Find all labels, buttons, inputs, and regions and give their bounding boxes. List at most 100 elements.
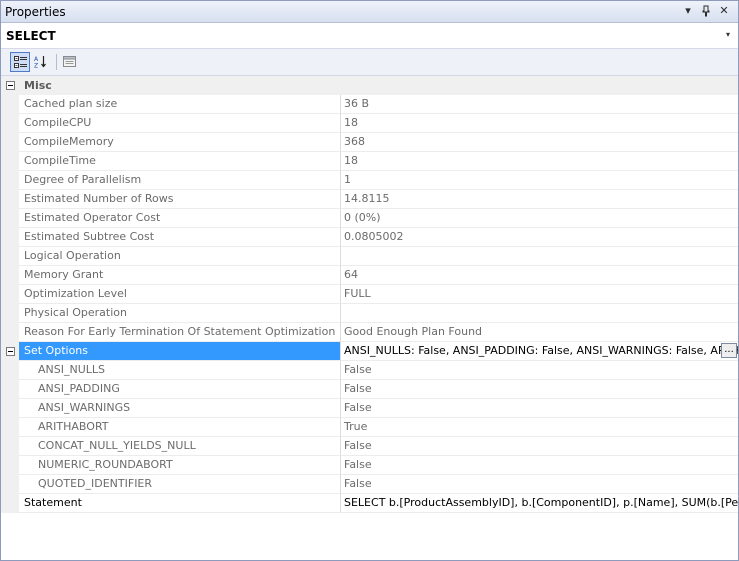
property-name: CONCAT_NULL_YIELDS_NULL: [19, 437, 341, 456]
row-gutter: [1, 475, 19, 494]
property-value[interactable]: 0.0805002: [341, 228, 738, 247]
property-name: ANSI_PADDING: [19, 380, 341, 399]
property-value[interactable]: SELECT b.[ProductAssemblyID], b.[Compone…: [341, 494, 738, 513]
property-value[interactable]: FULL: [341, 285, 738, 304]
property-value[interactable]: [341, 247, 738, 266]
row-gutter: [1, 190, 19, 209]
row-gutter: [1, 171, 19, 190]
collapse-icon[interactable]: [6, 81, 15, 90]
property-value[interactable]: 1: [341, 171, 738, 190]
property-row[interactable]: CompileCPU 18: [1, 114, 738, 133]
row-gutter: [1, 418, 19, 437]
property-row[interactable]: ANSI_WARNINGS False: [1, 399, 738, 418]
property-row[interactable]: QUOTED_IDENTIFIER False: [1, 475, 738, 494]
property-name: Optimization Level: [19, 285, 341, 304]
property-row[interactable]: Logical Operation: [1, 247, 738, 266]
categorized-button[interactable]: [10, 52, 30, 72]
property-name: Reason For Early Termination Of Statemen…: [19, 323, 341, 342]
property-name: Set Options: [19, 342, 341, 361]
property-value[interactable]: False: [341, 380, 738, 399]
object-selector[interactable]: SELECT ▾: [1, 23, 738, 49]
property-name: CompileCPU: [19, 114, 341, 133]
window-options-dropdown-icon[interactable]: ▾: [680, 3, 696, 19]
row-gutter: [1, 494, 19, 513]
row-gutter: [1, 209, 19, 228]
property-pages-icon: [63, 56, 76, 67]
row-gutter: [1, 152, 19, 171]
property-value[interactable]: False: [341, 361, 738, 380]
row-gutter: [1, 380, 19, 399]
row-gutter: [1, 247, 19, 266]
property-row[interactable]: Physical Operation: [1, 304, 738, 323]
ellipsis-button[interactable]: ...: [721, 343, 737, 358]
property-pages-button[interactable]: [60, 52, 80, 72]
property-row[interactable]: ANSI_NULLS False: [1, 361, 738, 380]
alphabetical-button[interactable]: A Z: [32, 52, 52, 72]
property-row[interactable]: ANSI_PADDING False: [1, 380, 738, 399]
property-name: Estimated Number of Rows: [19, 190, 341, 209]
property-name: NUMERIC_ROUNDABORT: [19, 456, 341, 475]
property-row[interactable]: Memory Grant 64: [1, 266, 738, 285]
property-name: CompileTime: [19, 152, 341, 171]
row-gutter: [1, 285, 19, 304]
property-row[interactable]: NUMERIC_ROUNDABORT False: [1, 456, 738, 475]
property-row[interactable]: CONCAT_NULL_YIELDS_NULL False: [1, 437, 738, 456]
property-value[interactable]: [341, 304, 738, 323]
property-value[interactable]: 36 B: [341, 95, 738, 114]
property-name: Memory Grant: [19, 266, 341, 285]
property-row[interactable]: Cached plan size 36 B: [1, 95, 738, 114]
property-name: Statement: [19, 494, 341, 513]
property-name: Physical Operation: [19, 304, 341, 323]
row-gutter: [1, 304, 19, 323]
property-row[interactable]: Estimated Subtree Cost 0.0805002: [1, 228, 738, 247]
property-name: CompileMemory: [19, 133, 341, 152]
property-name: Estimated Subtree Cost: [19, 228, 341, 247]
property-name: ARITHABORT: [19, 418, 341, 437]
row-gutter: [1, 323, 19, 342]
property-row[interactable]: Reason For Early Termination Of Statemen…: [1, 323, 738, 342]
property-row[interactable]: Set Options ANSI_NULLS: False, ANSI_PADDI…: [1, 342, 738, 361]
category-misc[interactable]: Misc: [1, 76, 738, 95]
row-gutter: [1, 456, 19, 475]
property-value[interactable]: False: [341, 437, 738, 456]
property-name: ANSI_NULLS: [19, 361, 341, 380]
pin-icon[interactable]: [698, 3, 714, 19]
property-row[interactable]: Estimated Number of Rows 14.8115: [1, 190, 738, 209]
property-value[interactable]: 18: [341, 152, 738, 171]
row-gutter: [1, 266, 19, 285]
property-value[interactable]: Good Enough Plan Found: [341, 323, 738, 342]
category-label: Misc: [19, 76, 738, 95]
chevron-down-icon[interactable]: ▾: [722, 28, 734, 42]
property-value[interactable]: 18: [341, 114, 738, 133]
property-name: Logical Operation: [19, 247, 341, 266]
property-name: Estimated Operator Cost: [19, 209, 341, 228]
property-value[interactable]: 14.8115: [341, 190, 738, 209]
property-row[interactable]: CompileTime 18: [1, 152, 738, 171]
categorized-icon: [14, 56, 27, 68]
property-name: ANSI_WARNINGS: [19, 399, 341, 418]
property-name: QUOTED_IDENTIFIER: [19, 475, 341, 494]
property-value[interactable]: False: [341, 456, 738, 475]
properties-toolbar: A Z: [1, 49, 738, 76]
property-row[interactable]: Estimated Operator Cost 0 (0%): [1, 209, 738, 228]
property-row[interactable]: Optimization Level FULL: [1, 285, 738, 304]
close-icon[interactable]: ✕: [716, 3, 732, 19]
property-value[interactable]: False: [341, 475, 738, 494]
row-gutter: [1, 437, 19, 456]
property-name: Cached plan size: [19, 95, 341, 114]
property-value[interactable]: 64: [341, 266, 738, 285]
property-value[interactable]: True: [341, 418, 738, 437]
svg-text:Z: Z: [34, 63, 38, 69]
property-row[interactable]: CompileMemory 368: [1, 133, 738, 152]
title-bar: Properties ▾ ✕: [1, 1, 738, 23]
property-value[interactable]: 368: [341, 133, 738, 152]
property-value[interactable]: 0 (0%): [341, 209, 738, 228]
property-row[interactable]: ARITHABORT True: [1, 418, 738, 437]
collapse-icon[interactable]: [6, 347, 15, 356]
window-title: Properties: [5, 5, 66, 19]
property-value[interactable]: ANSI_NULLS: False, ANSI_PADDING: False, …: [341, 342, 738, 361]
property-row[interactable]: Degree of Parallelism 1: [1, 171, 738, 190]
property-row[interactable]: Statement SELECT b.[ProductAssemblyID], b…: [1, 494, 738, 513]
properties-window: Properties ▾ ✕ SELECT ▾ A Z Misc Cached …: [0, 0, 739, 561]
property-value[interactable]: False: [341, 399, 738, 418]
